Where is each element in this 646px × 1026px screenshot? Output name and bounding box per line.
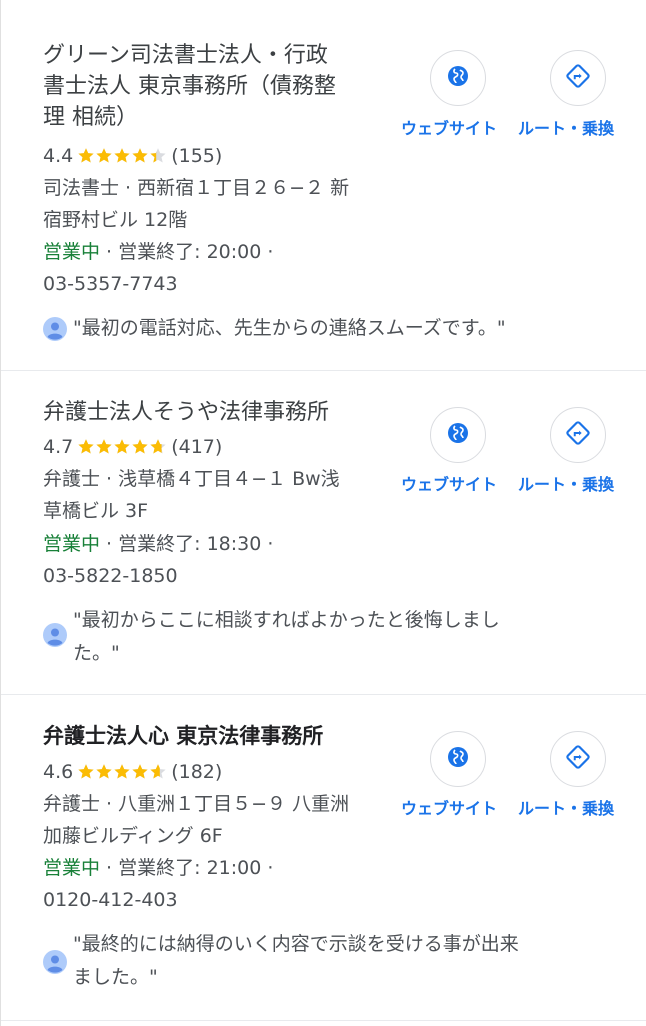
globe-icon	[446, 745, 470, 773]
result-card[interactable]: 弁護士法人心 東京法律事務所 4.6 (182) 弁護士 · 八重洲１丁目５−９ …	[1, 695, 646, 1020]
star-icon	[96, 439, 112, 454]
directions-button[interactable]	[550, 50, 606, 106]
result-title[interactable]: 弁護士法人心 東京法律事務所	[43, 721, 388, 752]
star-icon	[150, 439, 166, 454]
star-icon	[132, 439, 148, 454]
address-line: 弁護士 · 八重洲１丁目５−９ 八重洲	[43, 793, 350, 815]
stars-graphic	[78, 148, 166, 163]
result-card[interactable]: グリーン司法書士法人・行政 書士法人 東京事務所（債務整 理 相続） 4.4 (1…	[1, 0, 646, 370]
address-line: 加藤ビルディング 6F	[43, 825, 223, 847]
star-icon	[150, 764, 166, 779]
address-line: 司法書士 · 西新宿１丁目２６−２ 新	[43, 177, 350, 199]
review-snippet: "最初の電話対応、先生からの連絡スムーズです。"	[73, 317, 506, 339]
website-button[interactable]	[430, 731, 486, 787]
directions-label[interactable]: ルート・乗換	[518, 119, 614, 139]
directions-icon	[565, 744, 591, 774]
rating-value: 4.4	[43, 145, 74, 167]
website-label[interactable]: ウェブサイト	[401, 475, 497, 495]
website-label[interactable]: ウェブサイト	[401, 799, 497, 819]
hours-row: 営業中 · 営業終了: 21:00 ·	[43, 852, 403, 884]
directions-label[interactable]: ルート・乗換	[518, 799, 614, 819]
star-icon	[114, 148, 130, 163]
phone-number[interactable]: 0120-412-403	[43, 884, 403, 916]
result-title[interactable]: 弁護士法人そうや法律事務所	[43, 397, 388, 428]
address-line: 草橋ビル 3F	[43, 500, 149, 522]
website-label[interactable]: ウェブサイト	[401, 119, 497, 139]
directions-label[interactable]: ルート・乗換	[518, 475, 614, 495]
rating-value: 4.6	[43, 761, 74, 783]
star-icon	[96, 764, 112, 779]
star-icon	[96, 148, 112, 163]
star-rating	[77, 433, 167, 465]
phone-number[interactable]: 03-5357-7743	[43, 268, 403, 300]
star-icon	[78, 439, 94, 454]
address-line: 弁護士 · 浅草橋４丁目４−１ Bw浅	[43, 468, 340, 490]
star-rating	[77, 142, 167, 174]
star-rating	[77, 758, 167, 790]
open-status: 営業中	[43, 241, 101, 263]
directions-button[interactable]	[550, 731, 606, 787]
open-status: 営業中	[43, 857, 101, 879]
phone-number[interactable]: 03-5822-1850	[43, 560, 403, 592]
hours-row: 営業中 · 営業終了: 18:30 ·	[43, 528, 403, 560]
results-panel: グリーン司法書士法人・行政 書士法人 東京事務所（債務整 理 相続） 4.4 (1…	[0, 0, 646, 1026]
rating-row: 4.4 (155)	[43, 140, 403, 174]
review-count: (155)	[171, 145, 223, 167]
divider	[1, 1020, 646, 1021]
directions-icon	[565, 63, 591, 93]
hours-text: · 営業終了: 20:00 ·	[100, 241, 274, 263]
hours-row: 営業中 · 営業終了: 20:00 ·	[43, 236, 403, 268]
review-count: (417)	[171, 436, 223, 458]
website-button[interactable]	[430, 407, 486, 463]
star-icon	[132, 764, 148, 779]
hours-text: · 営業終了: 18:30 ·	[100, 533, 274, 555]
stars-graphic	[78, 439, 166, 454]
stars-graphic	[78, 764, 166, 779]
person-avatar-icon	[43, 950, 67, 974]
star-icon	[114, 764, 130, 779]
star-icon	[78, 148, 94, 163]
directions-icon	[565, 420, 591, 450]
rating-value: 4.7	[43, 436, 74, 458]
review-count: (182)	[171, 761, 223, 783]
open-status: 営業中	[43, 533, 101, 555]
address-line: 宿野村ビル 12階	[43, 209, 188, 231]
result-card[interactable]: 弁護士法人そうや法律事務所 4.7 (417) 弁護士 · 浅草橋４丁目４−１ B…	[1, 371, 646, 694]
person-avatar-icon	[43, 623, 67, 647]
globe-icon	[446, 64, 470, 92]
rating-row: 4.7 (417)	[43, 431, 403, 465]
star-icon	[150, 148, 166, 163]
person-avatar-icon	[43, 317, 67, 341]
star-icon	[132, 148, 148, 163]
star-icon	[114, 439, 130, 454]
website-button[interactable]	[430, 50, 486, 106]
hours-text: · 営業終了: 21:00 ·	[100, 857, 274, 879]
star-icon	[78, 764, 94, 779]
review-snippet: "最初からここに相談すればよかったと後悔しまし た。"	[73, 609, 500, 664]
review-snippet: "最終的には納得のいく内容で示談を受ける事が出来 ました。"	[73, 933, 519, 988]
directions-button[interactable]	[550, 407, 606, 463]
result-title[interactable]: グリーン司法書士法人・行政 書士法人 東京事務所（債務整 理 相続）	[43, 40, 388, 133]
rating-row: 4.6 (182)	[43, 756, 403, 790]
globe-icon	[446, 421, 470, 449]
